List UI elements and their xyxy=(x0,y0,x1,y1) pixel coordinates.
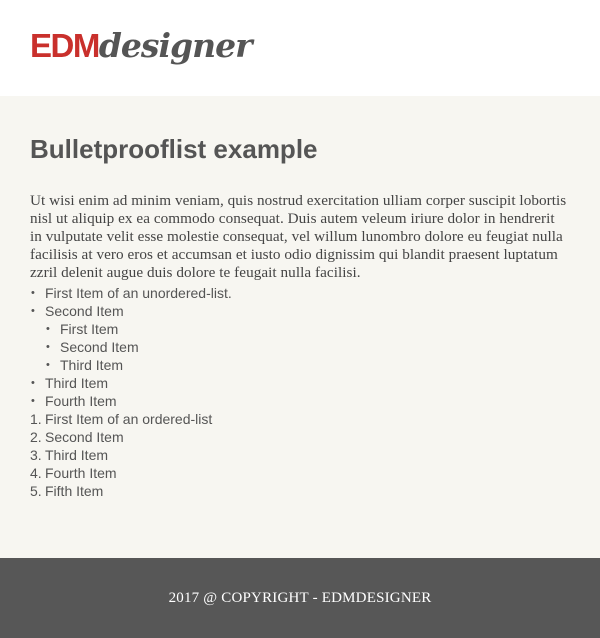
bullet-marker: • xyxy=(46,341,50,353)
copyright-text: 2017 @ COPYRIGHT - EDMDESIGNER xyxy=(168,589,432,606)
logo-designer: designer xyxy=(98,26,253,65)
header: EDMdesigner xyxy=(0,0,600,96)
list-item: 5. Fifth Item xyxy=(30,482,570,500)
list-item: • Second Item xyxy=(45,338,139,356)
list-item-label: Third Item xyxy=(60,357,124,373)
list-item: 3. Third Item xyxy=(30,446,570,464)
list-item: 1. First Item of an ordered-list xyxy=(30,410,570,428)
list-item: • Third Item xyxy=(30,374,570,392)
bullet-marker: • xyxy=(31,377,35,389)
list-item: 2. Second Item xyxy=(30,428,570,446)
bullet-marker: • xyxy=(31,287,35,299)
unordered-list: • First Item of an unordered-list. • Secon… xyxy=(30,284,570,410)
list-item-label: Second Item xyxy=(45,303,124,319)
list-item-label: First Item xyxy=(60,321,119,337)
list-item: • First Item xyxy=(45,320,139,338)
bullet-marker: • xyxy=(46,359,50,371)
bullet-marker: • xyxy=(31,395,35,407)
list-item-label: Third Item xyxy=(45,375,109,391)
intro-paragraph: Ut wisi enim ad minim veniam, quis nostr… xyxy=(30,192,567,281)
list-item: • First Item of an unordered-list. xyxy=(30,284,570,302)
footer: 2017 @ COPYRIGHT - EDMDESIGNER xyxy=(0,558,600,638)
list-item: • Second Item xyxy=(30,302,570,320)
number-marker: 5. xyxy=(30,483,42,499)
ordered-list: 1. First Item of an ordered-list 2. Second… xyxy=(30,410,570,500)
list-item-label: First Item of an ordered-list xyxy=(45,411,213,427)
number-marker: 3. xyxy=(30,447,42,463)
list-item-label: Third Item xyxy=(45,447,109,463)
bullet-marker: • xyxy=(46,323,50,335)
number-marker: 2. xyxy=(30,429,42,445)
logo[interactable]: EDMdesigner xyxy=(30,24,253,75)
list-item-label: First Item of an unordered-list. xyxy=(45,285,232,301)
nested-unordered-list: • First Item • Second Item • Third Item xyxy=(30,320,139,374)
list-item: • Third Item xyxy=(45,356,139,374)
logo-edm: EDM xyxy=(30,27,100,64)
number-marker: 4. xyxy=(30,465,42,481)
bullet-marker: • xyxy=(31,305,35,317)
list-item: 4. Fourth Item xyxy=(30,464,570,482)
nested-list-container: • First Item • Second Item • Third Item xyxy=(30,320,570,374)
list-item-label: Fourth Item xyxy=(45,465,117,481)
page-title: Bulletprooflist example xyxy=(30,134,318,164)
list-item-label: Second Item xyxy=(45,429,124,445)
list-item-label: Second Item xyxy=(60,339,139,355)
list-item-label: Fourth Item xyxy=(45,393,117,409)
list-item: • Fourth Item xyxy=(30,392,570,410)
content-section: Bulletprooflist example Ut wisi enim ad … xyxy=(0,96,600,558)
number-marker: 1. xyxy=(30,411,42,427)
list-item-label: Fifth Item xyxy=(45,483,104,499)
